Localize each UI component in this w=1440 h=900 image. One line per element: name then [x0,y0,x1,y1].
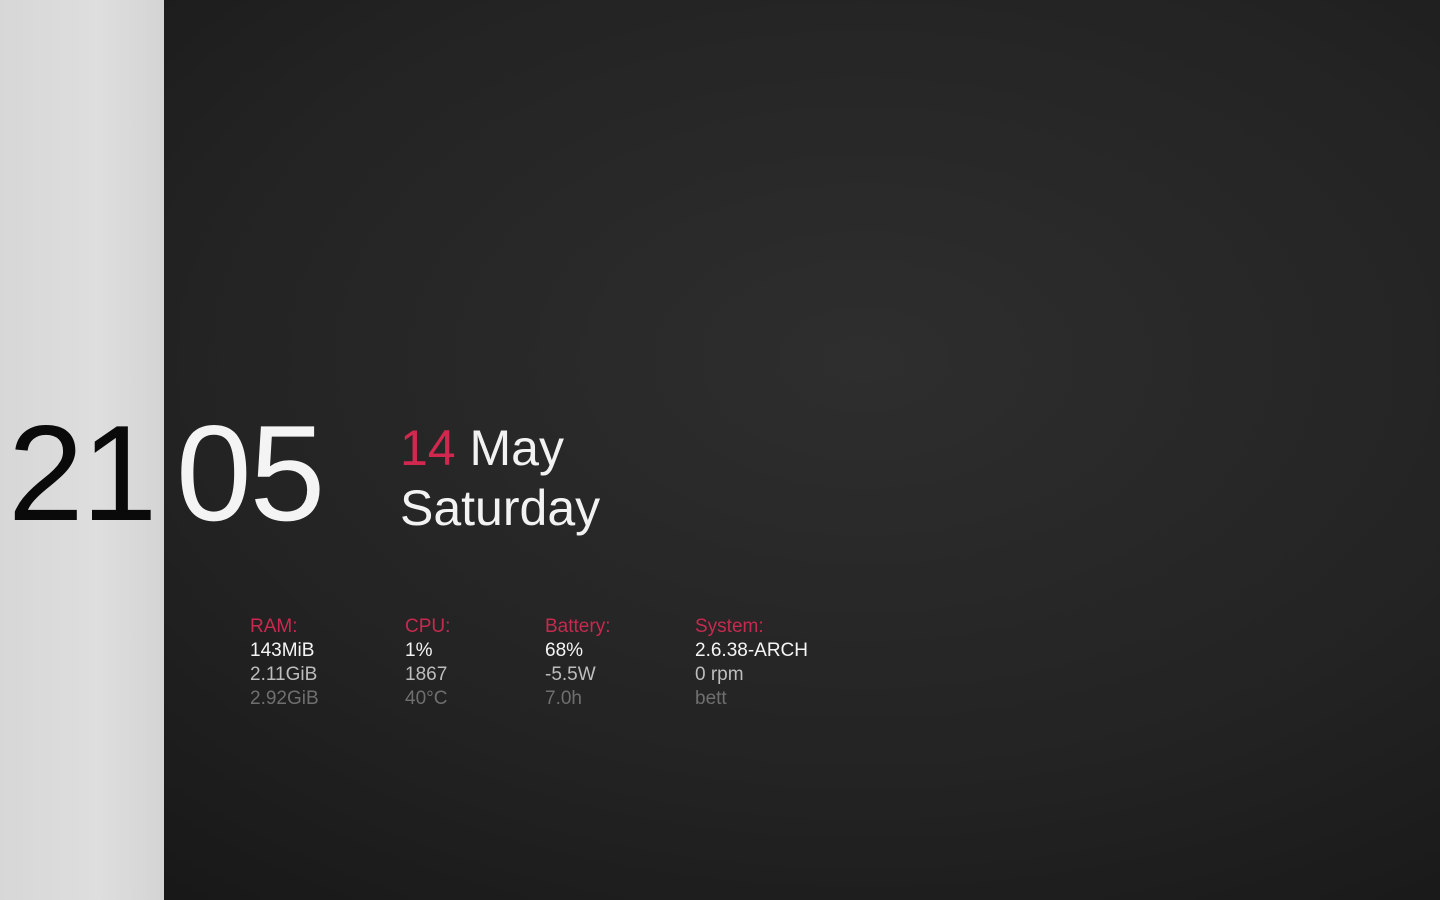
stat-value-battery-percent: 68% [545,640,584,661]
stat-label-cpu: CPU: [405,616,451,637]
stat-value-mode: bett [695,688,727,709]
stat-column-ram: RAM: 143MiB 2.11GiB 2.92GiB [250,615,319,711]
stat-value-battery-power: -5.5W [545,664,596,685]
desktop-background: 21 05 14 May Saturday RAM: 143MiB 2.11GiB… [0,0,1440,900]
stat-column-system: System: 2.6.38-ARCH 0 rpm bett [695,615,808,711]
stat-column-battery: Battery: 68% -5.5W 7.0h [545,615,610,711]
stat-label-system: System: [695,616,764,637]
date-month: May [469,420,564,476]
clock-hours: 21 [8,397,157,549]
stat-value-ram-used: 143MiB [250,640,315,661]
system-stats: RAM: 143MiB 2.11GiB 2.92GiB CPU: 1% 1867… [0,615,1440,725]
clock: 21 05 [8,397,325,549]
stat-value-cpu-freq: 1867 [405,664,448,685]
stat-label-battery: Battery: [545,616,611,637]
stat-value-ram-total: 2.92GiB [250,688,319,709]
stat-value-kernel: 2.6.38-ARCH [695,640,808,661]
date-day-number: 14 [400,420,456,476]
stat-column-cpu: CPU: 1% 1867 40°C [405,615,450,711]
date-line: 14 May [400,418,600,478]
stat-value-cpu-temp: 40°C [405,688,448,709]
stat-value-fan: 0 rpm [695,664,744,685]
stat-value-ram-free: 2.11GiB [250,664,318,685]
clock-minutes: 05 [176,397,325,549]
date-weekday: Saturday [400,480,601,536]
stat-label-ram: RAM: [250,616,298,637]
stat-value-cpu-usage: 1% [405,640,433,661]
date-block: 14 May Saturday [400,418,600,538]
stat-value-battery-time: 7.0h [545,688,582,709]
